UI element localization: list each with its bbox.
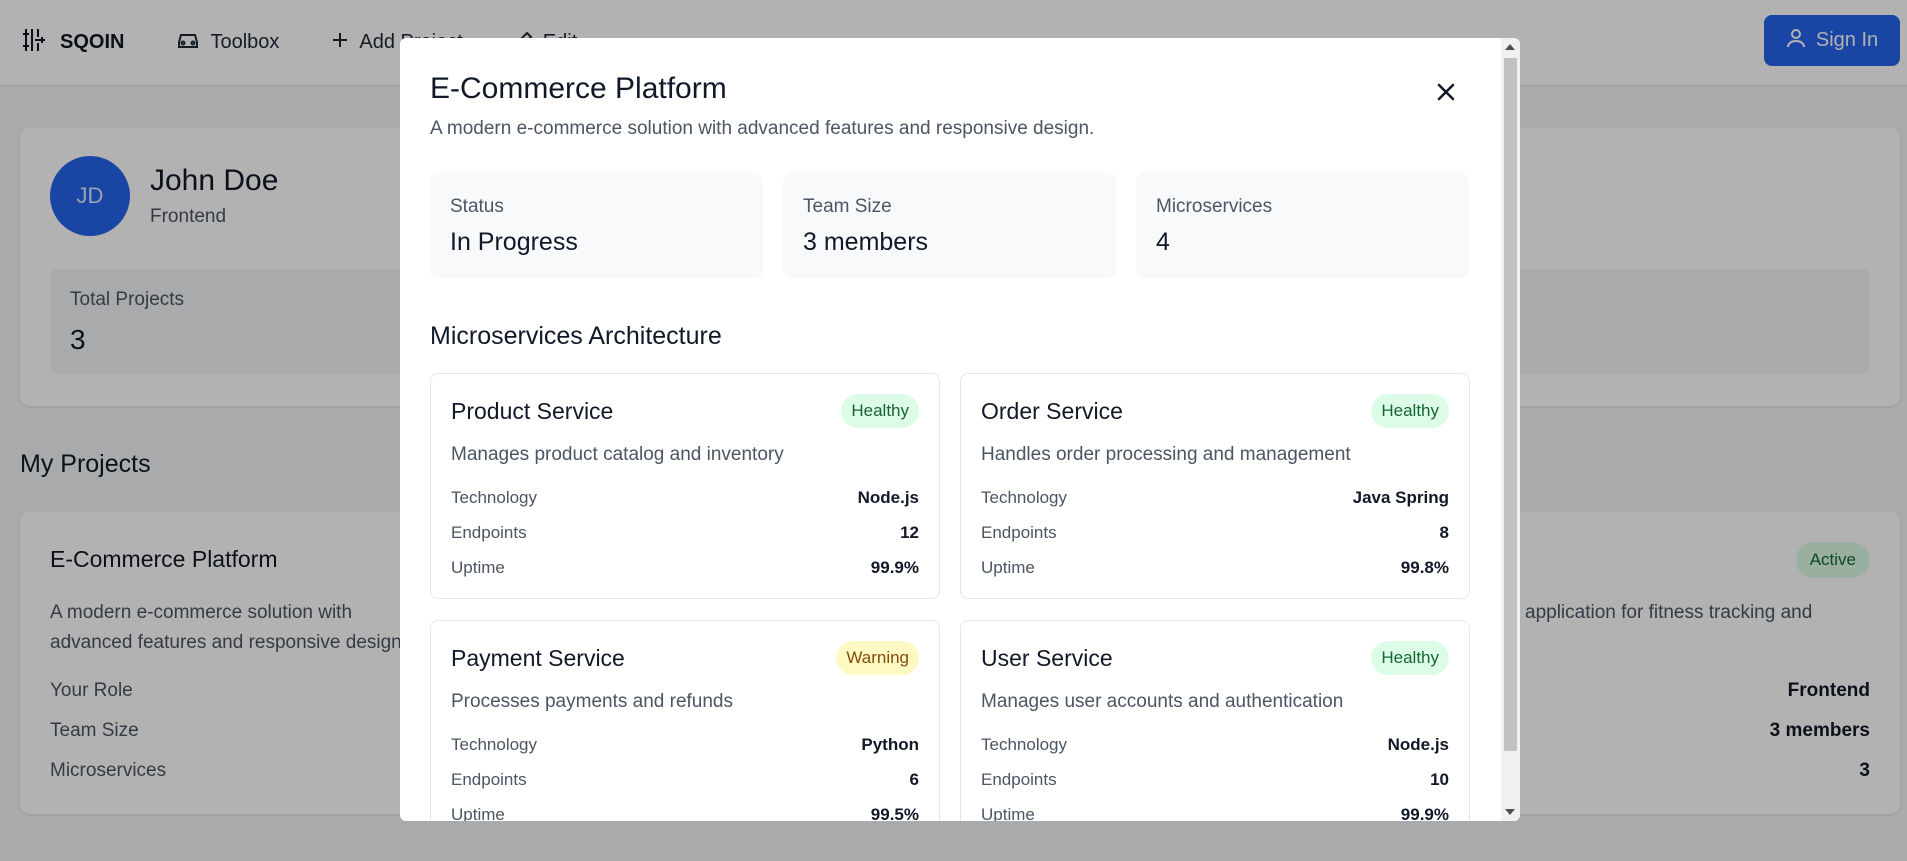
service-row-uptime: Uptime 99.9% [451, 558, 919, 582]
row-value: 99.8% [1400, 558, 1449, 577]
row-label: Uptime [451, 805, 505, 821]
row-value: 99.9% [870, 558, 919, 577]
info-value: 3 members [803, 228, 929, 256]
service-card[interactable]: Payment Service Warning Processes paymen… [430, 620, 940, 821]
service-row-endpoints: Endpoints 6 [451, 770, 919, 794]
service-row-endpoints: Endpoints 8 [981, 523, 1449, 547]
row-label: Technology [451, 488, 538, 507]
service-row-uptime: Uptime 99.8% [981, 558, 1449, 582]
modal-scrollbar[interactable] [1501, 38, 1520, 821]
project-details-modal: E-Commerce Platform A modern e-commerce … [400, 38, 1520, 821]
status-badge: Healthy [1371, 641, 1449, 675]
service-row-technology: Technology Node.js [451, 488, 919, 512]
service-card[interactable]: User Service Healthy Manages user accoun… [960, 620, 1470, 821]
scroll-up-arrow-icon[interactable] [1505, 44, 1515, 50]
row-value: Node.js [1387, 735, 1449, 754]
row-value: 99.5% [870, 805, 919, 821]
row-label: Technology [981, 488, 1068, 507]
info-label: Microservices [1156, 196, 1273, 217]
service-name: User Service [981, 645, 1113, 671]
modal-title: E-Commerce Platform [430, 72, 727, 105]
scroll-down-arrow-icon[interactable] [1505, 809, 1515, 815]
row-label: Uptime [451, 558, 505, 577]
row-label: Endpoints [451, 770, 527, 789]
service-description: Processes payments and refunds [451, 691, 733, 712]
info-value: In Progress [450, 228, 578, 256]
modal-subtitle: A modern e-commerce solution with advanc… [430, 118, 1095, 139]
architecture-title: Microservices Architecture [430, 322, 722, 350]
service-card[interactable]: Order Service Healthy Handles order proc… [960, 373, 1470, 599]
info-value: 4 [1156, 228, 1170, 256]
microservices-info-box: Microservices 4 [1136, 173, 1469, 278]
row-value: 6 [909, 770, 919, 789]
service-description: Manages user accounts and authentication [981, 691, 1344, 712]
service-card[interactable]: Product Service Healthy Manages product … [430, 373, 940, 599]
service-row-uptime: Uptime 99.5% [451, 805, 919, 821]
row-label: Endpoints [451, 523, 527, 542]
service-name: Product Service [451, 398, 614, 424]
close-button[interactable] [1430, 78, 1462, 110]
status-badge: Warning [836, 641, 919, 675]
modal-content[interactable]: E-Commerce Platform A modern e-commerce … [400, 38, 1501, 821]
scrollbar-thumb[interactable] [1504, 58, 1517, 751]
row-label: Uptime [981, 805, 1035, 821]
info-label: Team Size [803, 196, 892, 217]
service-name: Order Service [981, 398, 1123, 424]
row-value: 12 [900, 523, 919, 542]
row-label: Technology [981, 735, 1068, 754]
row-label: Endpoints [981, 770, 1057, 789]
service-row-technology: Technology Python [451, 735, 919, 759]
status-info-box: Status In Progress [430, 173, 763, 278]
service-row-endpoints: Endpoints 12 [451, 523, 919, 547]
row-label: Endpoints [981, 523, 1057, 542]
status-badge: Healthy [841, 394, 919, 428]
close-icon [1436, 82, 1456, 107]
status-badge: Healthy [1371, 394, 1449, 428]
service-row-endpoints: Endpoints 10 [981, 770, 1449, 794]
row-value: Node.js [857, 488, 919, 507]
row-value: Java Spring [1352, 488, 1449, 507]
team-size-info-box: Team Size 3 members [783, 173, 1116, 278]
row-label: Uptime [981, 558, 1035, 577]
service-row-uptime: Uptime 99.9% [981, 805, 1449, 821]
service-description: Manages product catalog and inventory [451, 444, 784, 465]
service-name: Payment Service [451, 645, 625, 671]
service-description: Handles order processing and management [981, 444, 1351, 465]
row-value: 10 [1430, 770, 1449, 789]
service-row-technology: Technology Java Spring [981, 488, 1449, 512]
row-value: Python [861, 735, 919, 754]
row-value: 99.9% [1400, 805, 1449, 821]
service-row-technology: Technology Node.js [981, 735, 1449, 759]
row-label: Technology [451, 735, 538, 754]
row-value: 8 [1439, 523, 1449, 542]
info-label: Status [450, 196, 504, 217]
